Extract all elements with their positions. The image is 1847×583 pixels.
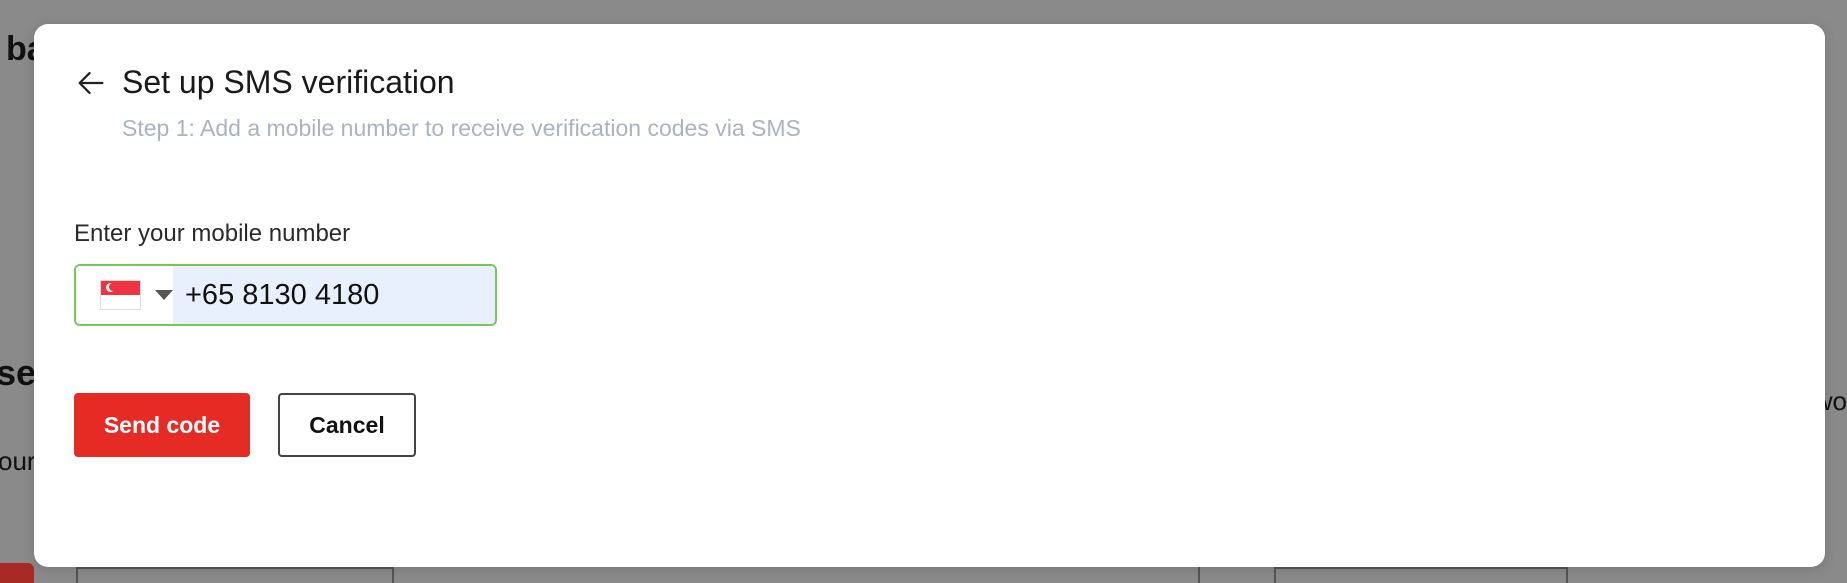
background-card (76, 567, 394, 583)
dialog-subtitle: Step 1: Add a mobile number to receive v… (122, 115, 801, 141)
singapore-flag-icon (100, 280, 141, 310)
sms-verification-dialog: Set up SMS verification Step 1: Add a mo… (34, 24, 1825, 567)
background-button (0, 563, 34, 583)
mobile-number-label: Enter your mobile number (74, 220, 351, 247)
mobile-number-field (74, 264, 497, 326)
background-divider (1198, 567, 1200, 583)
dialog-title: Set up SMS verification (122, 64, 455, 100)
mobile-number-input[interactable] (173, 266, 495, 324)
background-card (1274, 567, 1568, 583)
back-arrow-icon[interactable] (74, 66, 108, 100)
cancel-button[interactable]: Cancel (278, 393, 416, 457)
country-code-select[interactable] (76, 266, 173, 324)
background-text-fragment: our (0, 446, 36, 476)
send-code-button[interactable]: Send code (74, 393, 250, 457)
caret-down-icon (155, 290, 173, 300)
